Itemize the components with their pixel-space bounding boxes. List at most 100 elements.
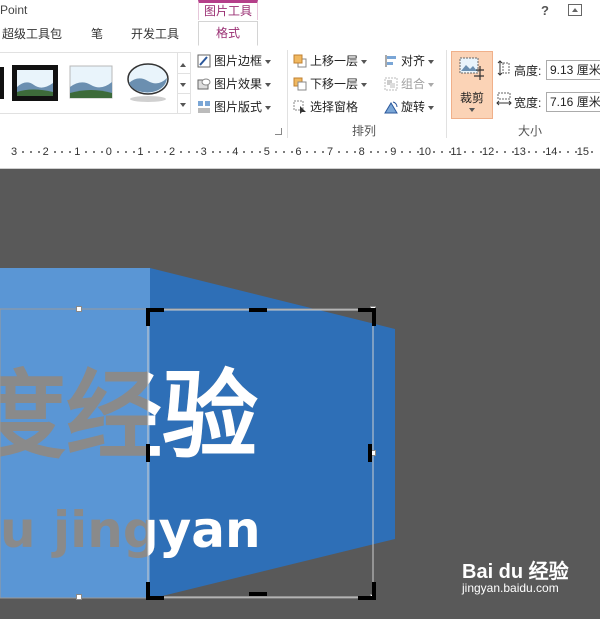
chevron-down-icon	[428, 82, 435, 87]
crop-handle-bottom-right[interactable]	[358, 582, 376, 600]
ruler-tick	[85, 151, 88, 153]
ruler-tick	[29, 151, 32, 153]
crop-handle-bottom[interactable]	[249, 592, 267, 596]
ruler-tick	[219, 151, 222, 153]
crop-handle-right[interactable]	[368, 444, 372, 462]
picture-tools-tab-group: 图片工具	[198, 0, 258, 20]
ruler-label: 8	[358, 146, 365, 158]
ruler-label: 7	[327, 146, 334, 158]
ruler-tick	[353, 151, 356, 153]
ruler-tick	[100, 151, 103, 153]
chevron-down-icon	[265, 105, 272, 110]
group-button[interactable]: 组合	[384, 75, 435, 93]
picture-layout-label: 图片版式	[214, 100, 263, 114]
ruler-label: 10	[418, 146, 432, 158]
ruler-label: 2	[169, 146, 176, 158]
ruler-tick	[535, 151, 538, 153]
ruler-label: 3	[200, 146, 207, 158]
bring-forward-label: 上移一层	[310, 54, 359, 68]
ruler-tick	[464, 151, 467, 153]
style-thumb-oval[interactable]	[126, 61, 170, 105]
ruler-tick	[243, 151, 246, 153]
ruler-label: 12	[482, 146, 495, 158]
ruler-tick	[590, 151, 593, 153]
ribbon-display-options-icon[interactable]	[568, 4, 582, 16]
ruler-tick	[314, 151, 317, 153]
ruler-tick	[290, 151, 293, 153]
width-label: 宽度:	[514, 96, 542, 110]
resize-handle-top[interactable]	[76, 306, 82, 312]
ruler-label: 4	[232, 146, 239, 158]
ruler-tick	[432, 151, 435, 153]
picture-effects-label: 图片效果	[214, 77, 263, 91]
app-title: Point	[0, 3, 28, 17]
style-thumb-black-frame[interactable]	[12, 65, 58, 101]
crop-icon	[458, 56, 486, 82]
ruler-label: 14	[545, 146, 558, 158]
tab-format[interactable]: 格式	[198, 21, 258, 46]
tab-super-toolkit[interactable]: 超级工具包	[2, 25, 62, 42]
ruler-tick	[409, 151, 411, 153]
group-separator	[287, 50, 288, 138]
resize-handle-bottom[interactable]	[76, 594, 82, 600]
crop-handle-left[interactable]	[146, 444, 150, 462]
send-backward-button[interactable]: 下移一层	[293, 75, 368, 93]
layout-icon	[197, 100, 211, 114]
ruler-tick	[282, 151, 285, 153]
ruler-label: 13	[513, 146, 526, 158]
ribbon: 图片边框 图片效果 图片版式 上移一层 下移一层 选择窗格 对齐 组合 旋转 排…	[0, 46, 600, 143]
gallery-up-button[interactable]	[178, 53, 191, 74]
align-icon	[384, 54, 398, 68]
style-thumb-shadow[interactable]	[69, 65, 113, 99]
ruler-tick	[401, 151, 404, 153]
ruler-tick	[385, 151, 388, 153]
height-input[interactable]: 9.13 厘米	[546, 60, 600, 80]
ruler-tick	[69, 151, 72, 153]
crop-button[interactable]: 裁剪	[451, 51, 493, 119]
rotate-icon	[384, 100, 398, 114]
gallery-more-button[interactable]	[178, 93, 191, 113]
align-button[interactable]: 对齐	[384, 52, 435, 70]
ruler-tick	[440, 151, 443, 153]
ruler-tick	[132, 151, 135, 153]
rotate-label: 旋转	[401, 100, 426, 114]
ruler-tick	[567, 151, 569, 153]
ruler-tick	[559, 151, 562, 153]
ruler-tick	[187, 151, 190, 153]
picture-layout-button[interactable]: 图片版式	[197, 98, 272, 116]
ruler-tick	[369, 151, 372, 153]
ruler-tick	[124, 151, 127, 153]
chevron-down-icon	[265, 59, 272, 64]
width-input[interactable]: 7.16 厘米	[546, 92, 600, 112]
group-icon	[384, 77, 398, 91]
crop-label: 裁剪	[459, 91, 484, 105]
crop-handle-top[interactable]	[249, 308, 267, 312]
crop-handle-top-right[interactable]	[358, 308, 376, 326]
tab-developer[interactable]: 开发工具	[131, 25, 179, 42]
picture-border-button[interactable]: 图片边框	[197, 52, 272, 70]
dialog-launcher-icon[interactable]	[275, 128, 282, 135]
chevron-down-icon	[428, 105, 435, 110]
slide-canvas[interactable]: 度经验 u jingyan 度经验 u jingyan Bai du 经验 ji…	[0, 169, 600, 619]
selection-pane-button[interactable]: 选择窗格	[293, 98, 358, 116]
crop-handle-bottom-left[interactable]	[146, 582, 164, 600]
gallery-down-button[interactable]	[178, 73, 191, 94]
crop-handle-top-left[interactable]	[146, 308, 164, 326]
style-thumb-partial[interactable]	[0, 67, 4, 99]
ruler-tick	[274, 151, 277, 153]
help-icon[interactable]: ?	[541, 3, 549, 18]
ruler-label: 2	[42, 146, 49, 158]
group-separator	[446, 50, 447, 138]
bring-forward-button[interactable]: 上移一层	[293, 52, 368, 70]
pencil-icon	[197, 54, 211, 68]
ruler-tick	[164, 151, 167, 153]
tab-pen[interactable]: 笔	[91, 25, 103, 42]
ruler-tick	[179, 151, 182, 153]
ruler-tick	[53, 151, 56, 153]
effects-icon	[197, 77, 211, 91]
title-bar: Point 图片工具 ?	[0, 0, 600, 22]
height-label: 高度:	[514, 64, 542, 78]
rotate-button[interactable]: 旋转	[384, 98, 435, 116]
picture-effects-button[interactable]: 图片效果	[197, 75, 272, 93]
bring-forward-icon	[293, 54, 307, 68]
